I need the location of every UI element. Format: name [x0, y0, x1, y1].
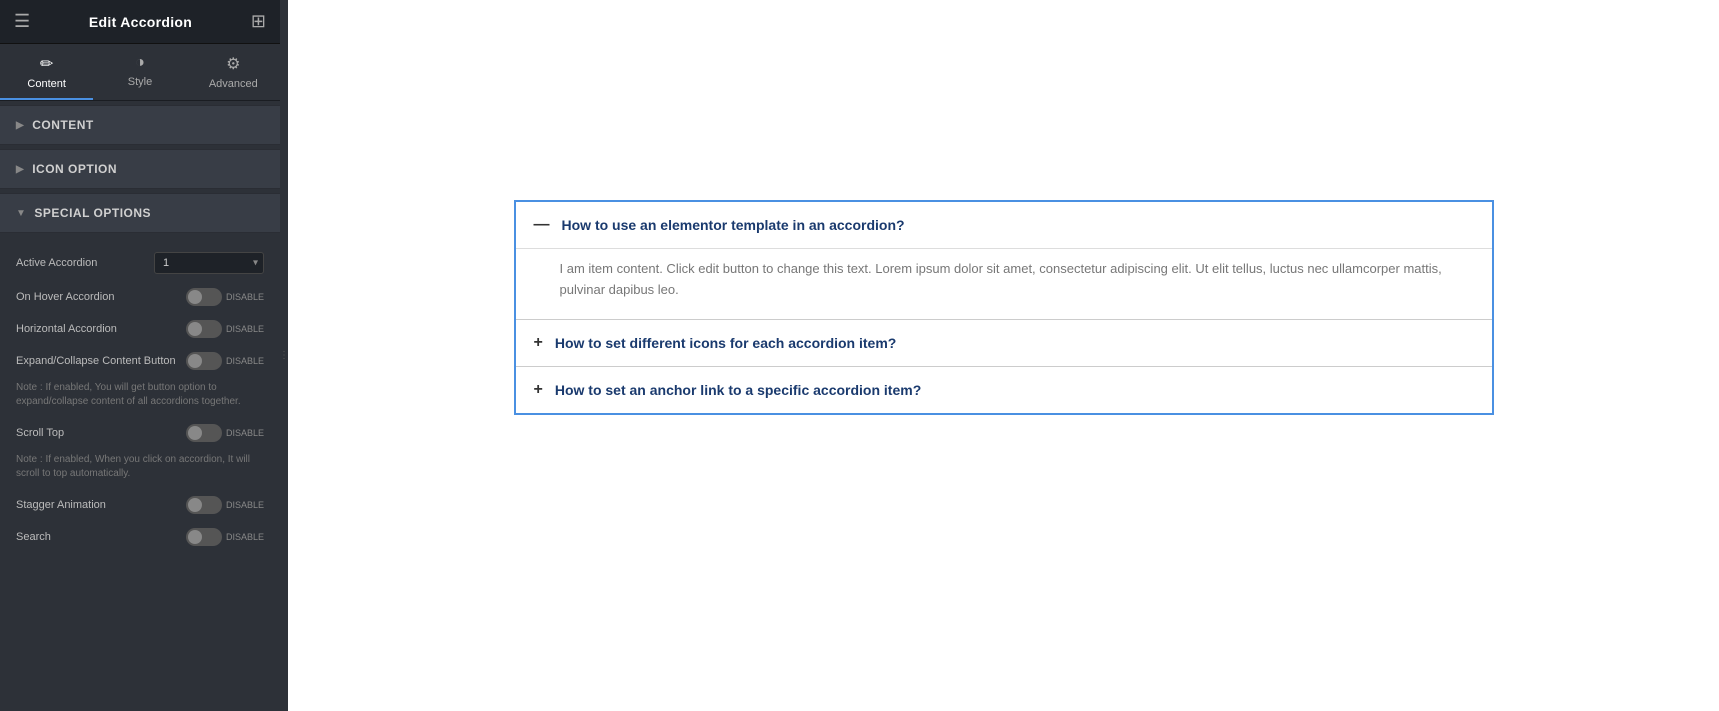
- section-icon-option-label: Icon Option: [32, 162, 117, 176]
- horizontal-toggle-wrapper: DISABLE: [186, 320, 264, 338]
- sidebar-scrollable-content: ▶ Content ▶ Icon Option ▼ Special Option…: [0, 101, 280, 711]
- stagger-toggle[interactable]: [186, 496, 222, 514]
- search-toggle[interactable]: [186, 528, 222, 546]
- expand-collapse-toggle[interactable]: [186, 352, 222, 370]
- style-tab-icon: ◑: [135, 54, 145, 72]
- expand-collapse-row: Expand/Collapse Content Button DISABLE: [0, 345, 280, 377]
- accordion-item-1: — How to use an elementor template in an…: [516, 202, 1492, 320]
- section-content-label: Content: [32, 118, 94, 132]
- horizontal-accordion-row: Horizontal Accordion DISABLE: [0, 313, 280, 345]
- content-tab-label: Content: [27, 78, 66, 90]
- active-accordion-select[interactable]: 1 2 3: [154, 252, 264, 274]
- search-row: Search DISABLE: [0, 521, 280, 553]
- style-tab-label: Style: [128, 76, 152, 88]
- accordion-item-3-title: How to set an anchor link to a specific …: [555, 382, 921, 398]
- accordion-item-1-header[interactable]: — How to use an elementor template in an…: [516, 202, 1492, 249]
- scroll-top-label: Scroll Top: [16, 427, 64, 439]
- accordion-item-1-title: How to use an elementor template in an a…: [562, 217, 905, 233]
- tab-content[interactable]: ✏ Content: [0, 44, 93, 100]
- stagger-animation-row: Stagger Animation DISABLE: [0, 489, 280, 521]
- accordion-widget: — How to use an elementor template in an…: [514, 200, 1494, 415]
- active-accordion-label: Active Accordion: [16, 257, 97, 269]
- accordion-item-2-title: How to set different icons for each acco…: [555, 335, 897, 351]
- search-toggle-wrapper: DISABLE: [186, 528, 264, 546]
- menu-icon[interactable]: ☰: [14, 11, 30, 32]
- accordion-item-2-header[interactable]: + How to set different icons for each ac…: [516, 320, 1492, 366]
- advanced-tab-icon: ⚙: [226, 54, 240, 74]
- scroll-top-toggle-label: DISABLE: [226, 428, 264, 438]
- accordion-item-3-icon: +: [534, 381, 543, 399]
- sidebar-title: Edit Accordion: [89, 14, 192, 30]
- horizontal-toggle-label: DISABLE: [226, 324, 264, 334]
- on-hover-toggle-wrapper: DISABLE: [186, 288, 264, 306]
- expand-collapse-label: Expand/Collapse Content Button: [16, 355, 176, 367]
- active-accordion-select-wrapper: 1 2 3: [154, 252, 264, 274]
- content-tab-icon: ✏: [40, 54, 53, 74]
- accordion-item-2: + How to set different icons for each ac…: [516, 320, 1492, 367]
- scroll-top-row: Scroll Top DISABLE: [0, 417, 280, 449]
- accordion-item-1-icon: —: [534, 216, 550, 234]
- stagger-animation-label: Stagger Animation: [16, 499, 106, 511]
- active-accordion-row: Active Accordion 1 2 3: [0, 245, 280, 281]
- search-toggle-label: DISABLE: [226, 532, 264, 542]
- section-icon-option-arrow: ▶: [16, 164, 24, 175]
- scroll-top-toggle-wrapper: DISABLE: [186, 424, 264, 442]
- sidebar-tabs: ✏ Content ◑ Style ⚙ Advanced: [0, 44, 280, 101]
- section-content-header[interactable]: ▶ Content: [0, 105, 280, 145]
- stagger-toggle-wrapper: DISABLE: [186, 496, 264, 514]
- section-special-options-arrow: ▼: [16, 208, 26, 219]
- on-hover-accordion-label: On Hover Accordion: [16, 291, 114, 303]
- resize-handle[interactable]: ⋮: [280, 0, 288, 711]
- accordion-item-2-icon: +: [534, 334, 543, 352]
- on-hover-toggle-label: DISABLE: [226, 292, 264, 302]
- expand-collapse-note: Note : If enabled, You will get button o…: [0, 377, 280, 417]
- scroll-top-note: Note : If enabled, When you click on acc…: [0, 449, 280, 489]
- expand-collapse-toggle-label: DISABLE: [226, 356, 264, 366]
- scroll-top-toggle[interactable]: [186, 424, 222, 442]
- sidebar: ☰ Edit Accordion ⊞ ✏ Content ◑ Style ⚙ A…: [0, 0, 280, 711]
- tab-advanced[interactable]: ⚙ Advanced: [187, 44, 280, 100]
- special-options-form: Active Accordion 1 2 3 On Hover Accordio…: [0, 233, 280, 565]
- stagger-toggle-label: DISABLE: [226, 500, 264, 510]
- section-special-options-label: Special Options: [34, 206, 151, 220]
- grid-icon[interactable]: ⊞: [251, 11, 266, 32]
- main-content: — How to use an elementor template in an…: [288, 0, 1719, 711]
- section-special-options-header[interactable]: ▼ Special Options: [0, 193, 280, 233]
- expand-collapse-toggle-wrapper: DISABLE: [186, 352, 264, 370]
- search-label: Search: [16, 531, 51, 543]
- accordion-item-1-body: I am item content. Click edit button to …: [516, 249, 1492, 319]
- on-hover-accordion-row: On Hover Accordion DISABLE: [0, 281, 280, 313]
- accordion-item-3: + How to set an anchor link to a specifi…: [516, 367, 1492, 413]
- section-icon-option-header[interactable]: ▶ Icon Option: [0, 149, 280, 189]
- section-content-arrow: ▶: [16, 120, 24, 131]
- advanced-tab-label: Advanced: [209, 78, 258, 90]
- sidebar-header: ☰ Edit Accordion ⊞: [0, 0, 280, 44]
- tab-style[interactable]: ◑ Style: [93, 44, 186, 100]
- on-hover-toggle[interactable]: [186, 288, 222, 306]
- horizontal-accordion-label: Horizontal Accordion: [16, 323, 117, 335]
- accordion-item-3-header[interactable]: + How to set an anchor link to a specifi…: [516, 367, 1492, 413]
- horizontal-toggle[interactable]: [186, 320, 222, 338]
